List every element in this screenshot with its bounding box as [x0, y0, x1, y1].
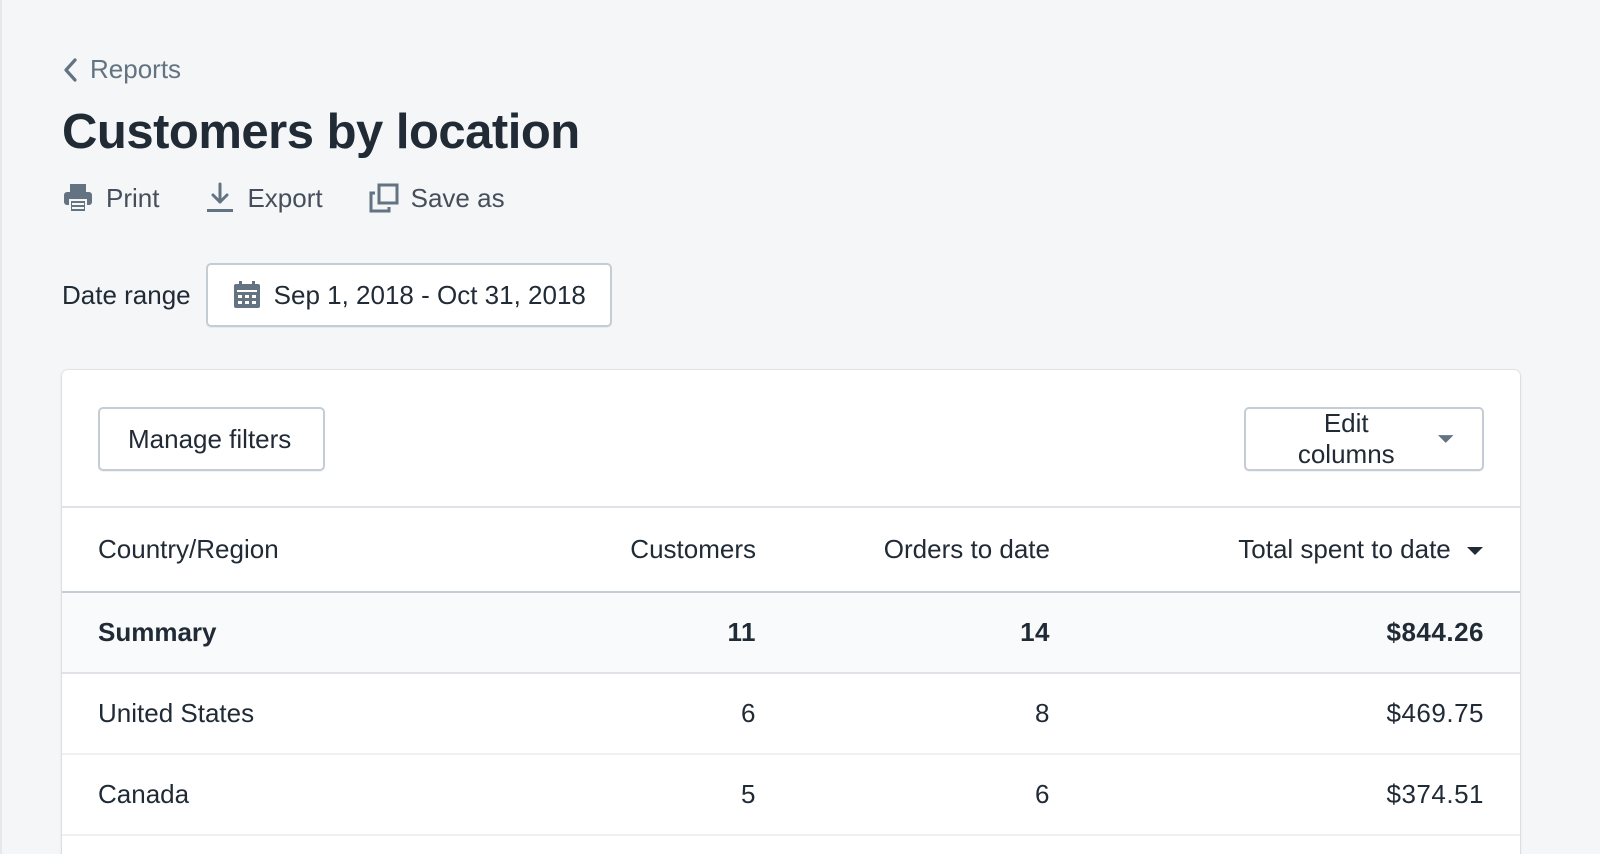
column-header-customers[interactable]: Customers [542, 508, 792, 593]
column-header-total-spent[interactable]: Total spent to date [1086, 508, 1520, 593]
date-range-row: Date range Sep 1, 2018 - Oct 31, 2018 [62, 263, 612, 327]
save-as-button[interactable]: Save as [369, 183, 505, 214]
report-toolbar: Manage filters Edit columns [62, 370, 1520, 508]
cell-country: Canada [98, 779, 190, 809]
reports-page: Reports Customers by location Print Expo… [0, 0, 1600, 854]
column-header-total-label: Total spent to date [1238, 534, 1451, 564]
print-label: Print [106, 182, 160, 213]
cell-customers: 5 [741, 779, 756, 809]
caret-down-icon [1437, 435, 1454, 443]
table-row: Canada 5 6 $374.51 [62, 754, 1520, 835]
summary-orders: 14 [1020, 617, 1050, 647]
sort-descending-icon [1467, 547, 1483, 556]
date-range-label: Date range [62, 279, 191, 310]
column-header-orders[interactable]: Orders to date [792, 508, 1086, 593]
summary-total-spent: $844.26 [1386, 617, 1484, 647]
breadcrumb-reports[interactable]: Reports [62, 54, 181, 85]
calendar-icon [233, 281, 260, 308]
table-row: United States 6 8 $469.75 [62, 673, 1520, 754]
cell-total-spent: $374.51 [1386, 779, 1484, 809]
column-header-country[interactable]: Country/Region [62, 508, 542, 593]
print-button[interactable]: Print [62, 182, 159, 214]
chevron-left-icon [64, 57, 77, 82]
summary-label: Summary [98, 617, 217, 647]
cell-total-spent: $469.75 [1386, 698, 1484, 728]
date-range-value: Sep 1, 2018 - Oct 31, 2018 [273, 279, 586, 310]
summary-row: Summary 11 14 $844.26 [62, 592, 1520, 673]
report-card: Manage filters Edit columns Country/Regi… [62, 370, 1520, 854]
manage-filters-button[interactable]: Manage filters [98, 407, 325, 471]
cell-customers: 6 [741, 698, 756, 728]
page-actions: Print Export Save as [62, 182, 551, 214]
duplicate-icon [369, 183, 399, 213]
export-button[interactable]: Export [205, 182, 323, 214]
date-range-picker[interactable]: Sep 1, 2018 - Oct 31, 2018 [205, 263, 612, 327]
cell-orders: 8 [1035, 698, 1050, 728]
edit-columns-button[interactable]: Edit columns [1244, 407, 1484, 471]
download-icon [207, 182, 234, 212]
edit-columns-label: Edit columns [1297, 408, 1395, 469]
breadcrumb-label: Reports [90, 54, 182, 84]
summary-customers: 11 [727, 617, 756, 647]
cell-orders: 6 [1035, 779, 1050, 809]
printer-icon [64, 184, 92, 213]
table-header-row: Country/Region Customers Orders to date … [62, 508, 1520, 593]
export-label: Export [247, 182, 323, 213]
cell-country: United States [98, 698, 255, 728]
save-as-label: Save as [410, 182, 505, 213]
report-table: Country/Region Customers Orders to date … [62, 508, 1520, 836]
page-title: Customers by location [62, 105, 580, 159]
